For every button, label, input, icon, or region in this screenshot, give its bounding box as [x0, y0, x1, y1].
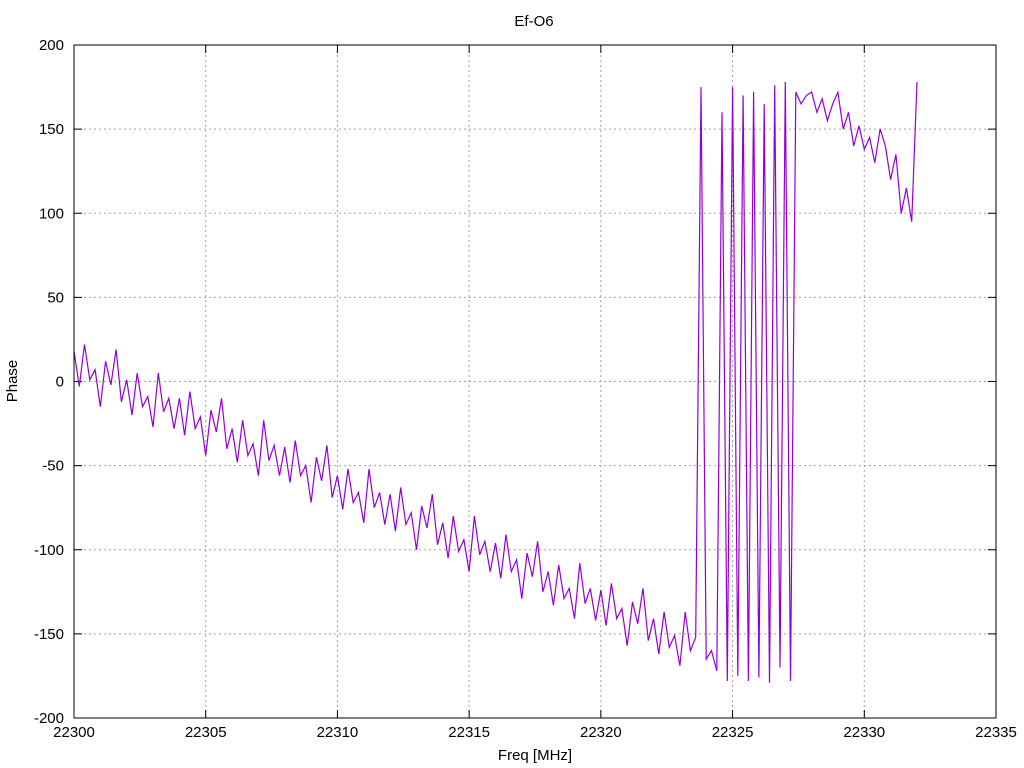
- tick-labels: 22300 22305 22310 22315 22320 22325 22330 22335…: [34, 37, 1017, 741]
- chart-title: Ef-O6: [514, 13, 553, 30]
- y-tick-label: 100: [39, 205, 64, 222]
- x-tick-label: 22320: [580, 724, 622, 741]
- x-tick-label: 22315: [448, 724, 490, 741]
- y-tick-label: 50: [47, 289, 64, 306]
- y-tick-label: -50: [42, 458, 64, 475]
- x-tick-label: 22325: [712, 724, 754, 741]
- y-tick-label: 0: [56, 374, 64, 391]
- y-tick-label: 200: [39, 37, 64, 54]
- x-tick-label: 22310: [317, 724, 359, 741]
- y-axis-label: Phase: [4, 360, 21, 403]
- y-tick-label: 150: [39, 121, 64, 138]
- y-tick-label: -150: [34, 626, 64, 643]
- x-tick-label: 22305: [185, 724, 227, 741]
- y-tick-label: -200: [34, 710, 64, 727]
- x-tick-label: 22335: [975, 724, 1017, 741]
- y-tick-label: -100: [34, 542, 64, 559]
- phase-chart: Ef-O6 22300 22305 22310 22315 22320 22325 2233…: [4, 13, 1017, 764]
- grid: [73, 44, 997, 719]
- x-tick-label: 22330: [843, 724, 885, 741]
- x-axis-label: Freq [MHz]: [498, 747, 572, 764]
- series-line-phase: [73, 81, 918, 683]
